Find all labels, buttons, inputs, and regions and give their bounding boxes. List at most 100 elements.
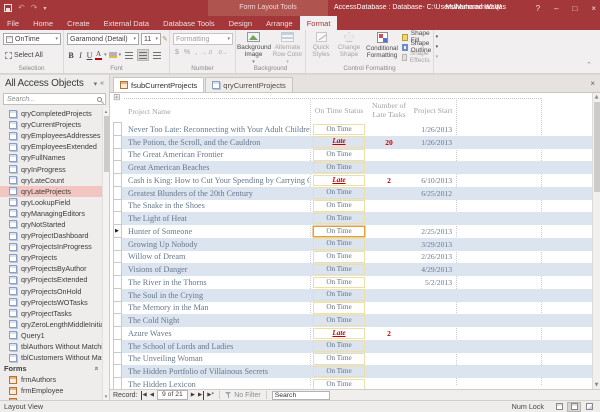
nav-pane-menu-icon[interactable]: ▾: [94, 80, 98, 88]
record-search-input[interactable]: [271, 390, 330, 400]
on-time-status-box[interactable]: On Time: [313, 123, 365, 136]
help-button[interactable]: ?: [536, 4, 540, 13]
cell-project-name[interactable]: The School of Lords and Ladies: [122, 342, 310, 351]
cell-project-name[interactable]: Azure Waves: [122, 329, 310, 338]
sidebar-item[interactable]: qryManagingEditors: [0, 208, 102, 219]
on-time-status-box[interactable]: On Time: [313, 187, 365, 199]
sidebar-item[interactable]: qryLateCount: [0, 175, 102, 186]
cell-project-name[interactable]: The Cold Night: [122, 316, 310, 325]
on-time-status-box[interactable]: On Time: [313, 251, 365, 263]
cell-project-start[interactable]: 4/29/2013: [410, 265, 456, 274]
save-icon[interactable]: [4, 4, 12, 12]
cell-project-name[interactable]: Great American Beaches: [122, 163, 310, 172]
align-left-button[interactable]: [123, 49, 135, 61]
sidebar-item[interactable]: qryProjectTasks: [0, 308, 102, 319]
sidebar-item[interactable]: qryEmployeesAddresses: [0, 130, 102, 141]
sidebar-item[interactable]: qryZeroLengthMiddleInitial: [0, 319, 102, 330]
record-selector[interactable]: [113, 236, 122, 251]
sidebar-item[interactable]: qryCompletedProjects: [0, 108, 102, 119]
sidebar-item[interactable]: qryProjectDashboard: [0, 230, 102, 241]
sidebar-item[interactable]: qryProjectsOnHold: [0, 286, 102, 297]
nav-search-box[interactable]: [3, 93, 106, 105]
cell-project-name[interactable]: Cash is King: How to Cut Your Spending b…: [122, 176, 310, 185]
restore-button[interactable]: □: [572, 4, 577, 13]
on-time-status-box[interactable]: Late: [313, 327, 365, 340]
scroll-up-icon[interactable]: ▲: [104, 108, 108, 115]
next-record-icon[interactable]: ▶: [191, 391, 195, 400]
on-time-status-box[interactable]: On Time: [313, 340, 365, 352]
record-selector[interactable]: [113, 160, 122, 174]
cell-project-name[interactable]: Willow of Dream: [122, 252, 310, 261]
cell-on-time-status[interactable]: On Time: [310, 161, 368, 174]
on-time-status-box[interactable]: On Time: [313, 353, 365, 365]
record-selector[interactable]: [113, 287, 122, 302]
scrollbar-thumb[interactable]: [103, 116, 109, 172]
font-color-button[interactable]: A: [95, 50, 103, 60]
cell-on-time-status[interactable]: On Time: [310, 251, 368, 263]
sidebar-item[interactable]: qryProjects: [0, 252, 102, 263]
sidebar-item[interactable]: frmAuthors: [0, 374, 102, 385]
cell-project-name[interactable]: The Memory in the Man: [122, 303, 310, 312]
ribbon-tab[interactable]: Design: [222, 16, 259, 30]
record-selector[interactable]: [113, 262, 122, 276]
cell-on-time-status[interactable]: On Time: [310, 187, 368, 199]
on-time-status-box[interactable]: On Time: [313, 276, 365, 289]
column-header-late-tasks[interactable]: Number of Late Tasks: [368, 101, 410, 120]
record-selector[interactable]: [113, 313, 122, 327]
sidebar-item[interactable]: qryLateProjects: [0, 185, 102, 197]
cell-on-time-status[interactable]: Late: [310, 327, 368, 340]
record-selector[interactable]: [113, 275, 122, 289]
record-selector[interactable]: [113, 134, 122, 149]
sidebar-item[interactable]: qryProjectsInProgress: [0, 241, 102, 252]
underline-button[interactable]: U: [86, 51, 93, 60]
ribbon-tab[interactable]: Create: [60, 16, 97, 30]
cell-on-time-status[interactable]: On Time: [310, 225, 368, 238]
cell-project-name[interactable]: The Great American Frontier: [122, 150, 310, 159]
font-name-combo[interactable]: Garamond (Detail) ▾: [67, 33, 139, 45]
cell-project-start[interactable]: 3/29/2013: [410, 240, 456, 249]
on-time-status-box[interactable]: On Time: [313, 225, 365, 238]
cell-project-name[interactable]: The River in the Thorns: [122, 278, 310, 287]
document-tab[interactable]: fsubCurrentProjects: [113, 77, 205, 92]
record-selector[interactable]: [113, 122, 122, 136]
ribbon-tab[interactable]: File: [0, 16, 26, 30]
last-record-icon[interactable]: ▶: [198, 390, 205, 400]
on-time-status-box[interactable]: On Time: [313, 149, 365, 161]
cell-on-time-status[interactable]: Late: [310, 136, 368, 148]
sidebar-item[interactable]: qryNotStarted: [0, 219, 102, 230]
cell-project-name[interactable]: Hunter of Someone: [122, 227, 310, 236]
cell-on-time-status[interactable]: On Time: [310, 378, 368, 389]
bold-button[interactable]: B: [67, 51, 75, 60]
cell-late-tasks[interactable]: 2: [368, 329, 410, 338]
cell-on-time-status[interactable]: On Time: [310, 123, 368, 136]
chevron-down-icon[interactable]: ▾: [104, 52, 107, 58]
cell-late-tasks[interactable]: 20: [368, 138, 410, 147]
column-header-project-name[interactable]: Project Name: [122, 107, 310, 116]
cell-on-time-status[interactable]: On Time: [310, 200, 368, 212]
font-size-combo[interactable]: 11 ▾: [141, 33, 161, 45]
design-view-button[interactable]: [582, 402, 596, 412]
on-time-status-box[interactable]: On Time: [313, 378, 365, 389]
first-record-icon[interactable]: ◀: [140, 390, 147, 400]
nav-scrollbar[interactable]: ▲ ▼: [102, 108, 109, 400]
align-center-button[interactable]: [137, 49, 150, 61]
cell-on-time-status[interactable]: On Time: [310, 365, 368, 378]
cell-project-start[interactable]: 1/26/2013: [410, 138, 456, 147]
cell-project-start[interactable]: 2/26/2013: [410, 252, 456, 261]
cell-project-start[interactable]: 6/25/2012: [410, 189, 456, 198]
sidebar-item[interactable]: Forms: [0, 363, 102, 374]
cell-on-time-status[interactable]: On Time: [310, 238, 368, 250]
sidebar-item[interactable]: qryFullNames: [0, 152, 102, 163]
cell-on-time-status[interactable]: On Time: [310, 289, 368, 301]
on-time-status-box[interactable]: On Time: [313, 302, 365, 314]
background-color-button[interactable]: [108, 52, 117, 58]
on-time-status-box[interactable]: Late: [313, 174, 365, 187]
sidebar-item[interactable]: tblCustomers Without Match...: [0, 352, 102, 363]
cell-project-name[interactable]: Never Too Late: Reconnecting with Your A…: [122, 125, 310, 134]
on-time-status-box[interactable]: On Time: [313, 200, 365, 212]
ribbon-tab[interactable]: Home: [26, 16, 60, 30]
on-time-status-box[interactable]: On Time: [313, 161, 365, 174]
chevron-down-icon[interactable]: ▾: [119, 52, 122, 58]
previous-record-icon[interactable]: ◀: [150, 391, 154, 400]
conditional-formatting-button[interactable]: Conditional Formatting: [363, 32, 401, 59]
